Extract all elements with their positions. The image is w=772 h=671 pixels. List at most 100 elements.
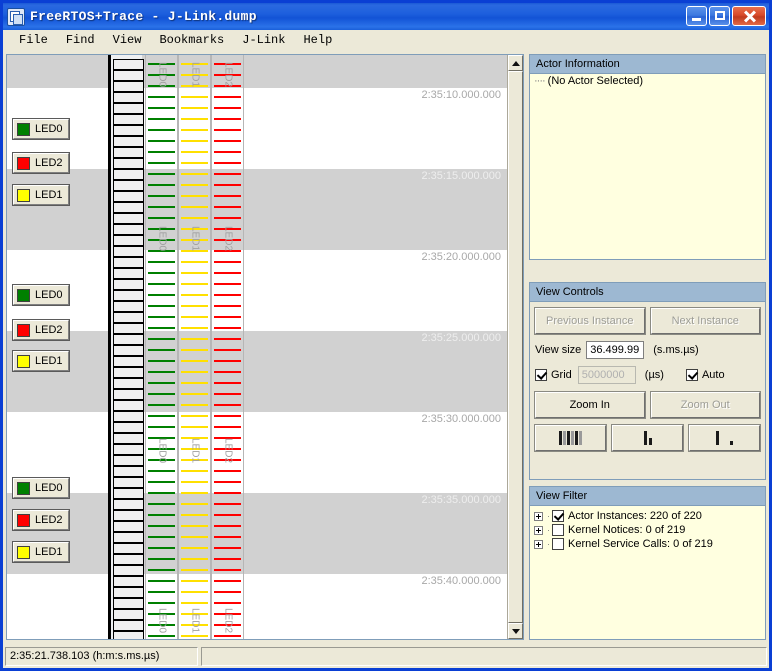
menu-item-help[interactable]: Help (294, 32, 341, 49)
trace-bar (214, 107, 241, 109)
actor-label-led0[interactable]: LED0 (12, 284, 70, 306)
time-band-label: 2:35:35.000.000 (421, 494, 501, 506)
trace-bar (214, 503, 241, 505)
trace-lane-led0[interactable]: LED0 LED0 LED0 LED0 (145, 55, 178, 639)
actor-label-led0[interactable]: LED0 (12, 118, 70, 140)
density-medium-button[interactable] (611, 424, 684, 452)
actor-label-led2[interactable]: LED2 (12, 152, 70, 174)
ruler-segment (113, 422, 144, 433)
view-filter-item[interactable]: · Kernel Service Calls: 0 of 219 (530, 537, 765, 551)
density-low-button[interactable] (688, 424, 761, 452)
actor-label-led2[interactable]: LED2 (12, 319, 70, 341)
actor-label-led1[interactable]: LED1 (12, 184, 70, 206)
view-size-input[interactable]: 36.499.99 (586, 341, 645, 359)
grid-input[interactable]: 5000000 (577, 366, 636, 384)
trace-bar (148, 129, 175, 131)
menu-item-find[interactable]: Find (57, 32, 104, 49)
ruler-segment (113, 257, 144, 268)
right-panel: Actor Information ···· (No Actor Selecte… (529, 54, 766, 640)
trace-bar (181, 96, 208, 98)
view-filter-item[interactable]: · Actor Instances: 220 of 220 (530, 509, 765, 523)
trace-view[interactable]: 2:35:10.000.000 2:35:15.000.000 2:35:20.00… (6, 54, 524, 640)
status-bar: 2:35:21.738.103 (h:m:s.ms.µs) (3, 644, 769, 668)
trace-bar (148, 195, 175, 197)
ruler-segment (113, 587, 144, 598)
tree-connector: · (547, 511, 550, 521)
grid-checkbox[interactable] (535, 369, 547, 381)
trace-bar (148, 547, 175, 549)
trace-bar (214, 217, 241, 219)
view-filter-item[interactable]: · Kernel Notices: 0 of 219 (530, 523, 765, 537)
view-filter-header: View Filter (529, 486, 766, 505)
actor-color-swatch (17, 288, 30, 302)
trace-bar (214, 558, 241, 560)
maximize-button[interactable] (709, 6, 730, 26)
ruler-segment (113, 191, 144, 202)
actor-label-text: LED0 (35, 289, 63, 301)
view-filter-checkbox[interactable] (552, 524, 564, 536)
previous-instance-button[interactable]: Previous Instance (534, 307, 646, 335)
actor-label-led0[interactable]: LED0 (12, 477, 70, 499)
tree-connector: · (547, 539, 550, 549)
actor-color-swatch (17, 354, 30, 368)
expand-plus-icon[interactable] (534, 539, 543, 549)
trace-lane-led2[interactable]: LED2 LED2 LED2 LED2 (211, 55, 244, 639)
menu-item-view[interactable]: View (104, 32, 151, 49)
ruler-segment (113, 455, 144, 466)
scroll-up-button[interactable] (508, 55, 523, 71)
trace-bar (148, 393, 175, 395)
ruler-segment (113, 81, 144, 92)
view-filter-checkbox[interactable] (552, 510, 564, 522)
next-instance-button[interactable]: Next Instance (649, 307, 761, 335)
trace-bar (181, 492, 208, 494)
ruler-segment (113, 477, 144, 488)
actor-information-header: Actor Information (529, 54, 766, 73)
expand-plus-icon[interactable] (534, 511, 543, 521)
menu-item-jlink[interactable]: J-Link (233, 32, 294, 49)
trace-bar (148, 426, 175, 428)
scroll-down-button[interactable] (508, 623, 523, 639)
zoom-out-button[interactable]: Zoom Out (649, 391, 761, 419)
view-filter-checkbox[interactable] (552, 538, 564, 550)
ruler-segment (113, 92, 144, 103)
trace-bar (214, 426, 241, 428)
ruler-segment (113, 59, 144, 70)
zoom-in-button[interactable]: Zoom In (534, 391, 646, 419)
menu-item-file[interactable]: File (10, 32, 57, 49)
trace-bar (214, 602, 241, 604)
actor-label-led1[interactable]: LED1 (12, 350, 70, 372)
trace-lane-led1[interactable]: LED1 LED1 LED1 LED1 (178, 55, 211, 639)
auto-checkbox[interactable] (685, 369, 698, 381)
actor-label-text: LED1 (35, 546, 63, 558)
minimize-button[interactable] (686, 6, 707, 26)
trace-scrollbar[interactable] (507, 55, 523, 639)
trace-bar (214, 118, 241, 120)
expand-plus-icon[interactable] (534, 525, 543, 535)
ruler-segment (113, 466, 144, 477)
trace-bar (148, 470, 175, 472)
trace-bar (181, 569, 208, 571)
trace-bar (148, 151, 175, 153)
ruler-segment (113, 576, 144, 587)
density-high-button[interactable] (534, 424, 607, 452)
actor-label-led2[interactable]: LED2 (12, 509, 70, 531)
time-band-label: 2:35:15.000.000 (421, 170, 501, 182)
actor-label-led1[interactable]: LED1 (12, 541, 70, 563)
trace-bar (148, 349, 175, 351)
view-filter-body[interactable]: · Actor Instances: 220 of 220 · Kernel Noti… (529, 505, 766, 640)
trace-canvas[interactable]: 2:35:10.000.000 2:35:15.000.000 2:35:20.00… (7, 55, 507, 639)
scrollbar-thumb[interactable] (508, 71, 523, 623)
menu-item-bookmarks[interactable]: Bookmarks (150, 32, 233, 49)
ruler-segment (113, 532, 144, 543)
ruler-segment (113, 136, 144, 147)
actor-info-empty-label: (No Actor Selected) (547, 75, 644, 87)
trace-bar (148, 558, 175, 560)
trace-bar (181, 107, 208, 109)
ruler-segment (113, 268, 144, 279)
actor-information-body[interactable]: ···· (No Actor Selected) (529, 73, 766, 260)
trace-bar (214, 470, 241, 472)
trace-bar (148, 118, 175, 120)
trace-bar (148, 580, 175, 582)
trace-bar (214, 162, 241, 164)
close-button[interactable] (732, 6, 766, 26)
